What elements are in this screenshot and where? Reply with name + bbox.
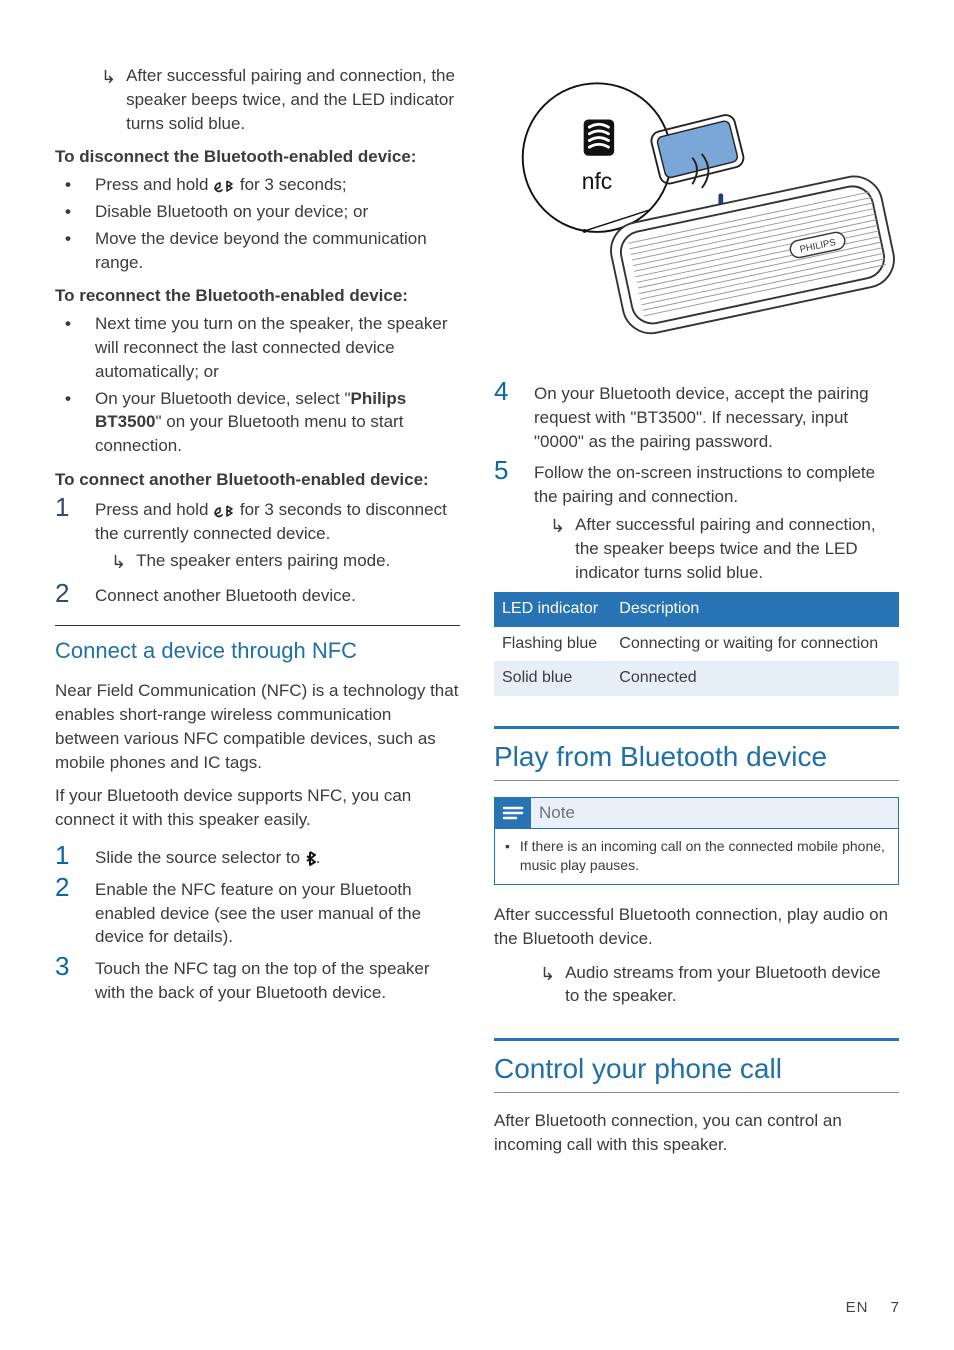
step-result: After successful pairing and connection,… xyxy=(575,513,899,584)
note-box: Note •If there is an incoming call on th… xyxy=(494,797,899,885)
note-text: If there is an incoming call on the conn… xyxy=(520,837,888,876)
result-arrow-icon: ↳ xyxy=(540,961,555,1009)
page-number: 7 xyxy=(891,1299,899,1316)
step-text: Press and hold xyxy=(95,500,213,519)
bluetooth-icon xyxy=(305,851,316,866)
step-text: On your Bluetooth device, accept the pai… xyxy=(534,384,869,451)
nfc-illustration: nfc xyxy=(494,60,899,360)
result-arrow-icon: ↳ xyxy=(101,64,116,135)
result-arrow-icon: ↳ xyxy=(111,549,126,575)
step-text: Follow the on-screen instructions to com… xyxy=(534,463,875,506)
step-item: 4 On your Bluetooth device, accept the p… xyxy=(494,378,899,453)
step-number: 2 xyxy=(55,580,81,608)
led-indicator-table: LED indicator Description Flashing blue … xyxy=(494,592,899,695)
list-item: • Press and hold for 3 seconds; xyxy=(55,173,460,197)
step-item: 1 Slide the source selector to . xyxy=(55,842,460,870)
note-title: Note xyxy=(539,801,575,825)
divider xyxy=(55,625,460,626)
body-text: If your Bluetooth device supports NFC, y… xyxy=(55,784,460,832)
table-header: Description xyxy=(611,592,899,626)
section-rule xyxy=(494,726,899,729)
page-footer: EN 7 xyxy=(846,1299,899,1316)
heading-connect-another: To connect another Bluetooth-enabled dev… xyxy=(55,468,460,492)
body-text: After Bluetooth connection, you can cont… xyxy=(494,1109,899,1157)
list-text: Next time you turn on the speaker, the s… xyxy=(95,312,460,383)
phone-bt-icon xyxy=(213,179,235,193)
step-number: 3 xyxy=(55,953,81,1005)
list-item: •Disable Bluetooth on your device; or xyxy=(55,200,460,224)
result-line: ↳ Audio streams from your Bluetooth devi… xyxy=(494,961,899,1009)
left-column: ↳ After successful pairing and connectio… xyxy=(55,60,460,1167)
table-header: LED indicator xyxy=(494,592,611,626)
step-number: 2 xyxy=(55,874,81,949)
heading-nfc: Connect a device through NFC xyxy=(55,636,460,667)
step-item: 2 Connect another Bluetooth device. xyxy=(55,580,460,608)
heading-disconnect: To disconnect the Bluetooth-enabled devi… xyxy=(55,145,460,169)
heading-reconnect: To reconnect the Bluetooth-enabled devic… xyxy=(55,284,460,308)
table-cell: Flashing blue xyxy=(494,627,611,661)
step-item: 5 Follow the on-screen instructions to c… xyxy=(494,457,899,584)
list-text: Press and hold xyxy=(95,175,213,194)
result-text: Audio streams from your Bluetooth device… xyxy=(565,961,899,1009)
step-result: The speaker enters pairing mode. xyxy=(136,549,390,575)
step-number: 4 xyxy=(494,378,520,453)
list-reconnect: •Next time you turn on the speaker, the … xyxy=(55,312,460,458)
table-cell: Solid blue xyxy=(494,661,611,695)
step-text: . xyxy=(316,848,321,867)
step-number: 1 xyxy=(55,842,81,870)
table-row: Solid blue Connected xyxy=(494,661,899,695)
step-item: 1 Press and hold for 3 seconds to discon… xyxy=(55,494,460,576)
table-row: Flashing blue Connecting or waiting for … xyxy=(494,627,899,661)
list-disconnect: • Press and hold for 3 seconds; •Disable… xyxy=(55,173,460,274)
nfc-label: nfc xyxy=(581,168,611,194)
note-icon xyxy=(495,798,531,828)
step-text: Connect another Bluetooth device. xyxy=(95,586,356,605)
result-line: ↳ After successful pairing and connectio… xyxy=(55,64,460,135)
step-text: Touch the NFC tag on the top of the spea… xyxy=(95,959,430,1002)
list-text: for 3 seconds; xyxy=(235,175,347,194)
phone-bt-icon xyxy=(213,504,235,518)
list-text: Move the device beyond the communication… xyxy=(95,227,460,275)
list-item: •Next time you turn on the speaker, the … xyxy=(55,312,460,383)
result-arrow-icon: ↳ xyxy=(550,513,565,584)
right-column: nfc xyxy=(494,60,899,1167)
step-number: 1 xyxy=(55,494,81,576)
list-item: • On your Bluetooth device, select "Phil… xyxy=(55,387,460,458)
step-item: 3 Touch the NFC tag on the top of the sp… xyxy=(55,953,460,1005)
list-text: On your Bluetooth device, select " xyxy=(95,389,351,408)
list-item: •Move the device beyond the communicatio… xyxy=(55,227,460,275)
step-number: 5 xyxy=(494,457,520,584)
table-cell: Connected xyxy=(611,661,899,695)
body-text: After successful Bluetooth connection, p… xyxy=(494,903,899,951)
page-language: EN xyxy=(846,1299,869,1316)
list-text: Disable Bluetooth on your device; or xyxy=(95,200,368,224)
step-text: Enable the NFC feature on your Bluetooth… xyxy=(95,880,421,947)
step-item: 2 Enable the NFC feature on your Bluetoo… xyxy=(55,874,460,949)
result-text: After successful pairing and connection,… xyxy=(126,64,460,135)
body-text: Near Field Communication (NFC) is a tech… xyxy=(55,679,460,774)
heading-call: Control your phone call xyxy=(494,1049,899,1093)
section-rule xyxy=(494,1038,899,1041)
table-cell: Connecting or waiting for connection xyxy=(611,627,899,661)
heading-play: Play from Bluetooth device xyxy=(494,737,899,781)
step-text: Slide the source selector to xyxy=(95,848,305,867)
